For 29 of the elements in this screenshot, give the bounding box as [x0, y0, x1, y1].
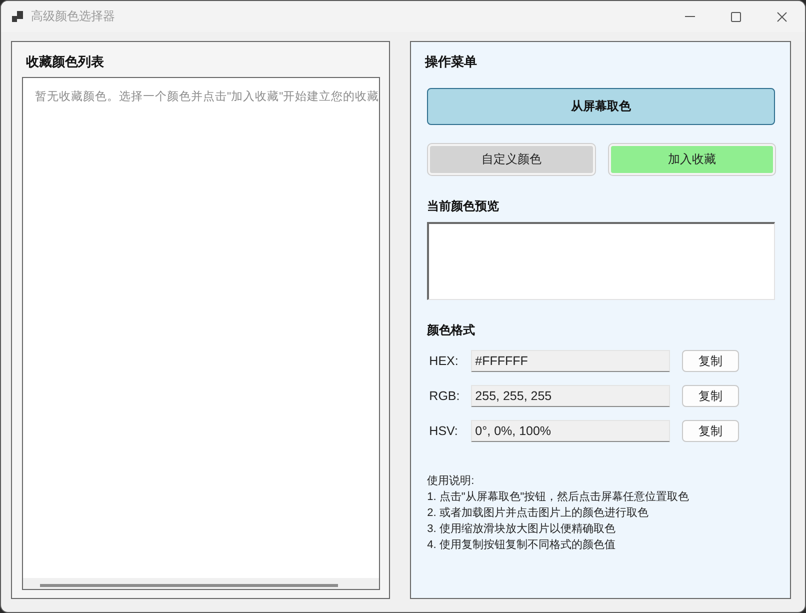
value-field[interactable]: #FFFFFF	[471, 350, 670, 372]
empty-list-message: 暂无收藏颜色。选择一个颜色并点击"加入收藏"开始建立您的收藏	[35, 89, 380, 105]
section-title: 颜色格式	[427, 322, 476, 339]
copy-button[interactable]: 复制	[682, 350, 740, 372]
value-field[interactable]: 0°, 0%, 100%	[471, 420, 670, 442]
instructions-title: 使用说明:	[427, 474, 474, 489]
window-title: 高级颜色选择器	[31, 8, 115, 25]
instruction-line: 4. 使用复制按钮复制不同格式的颜色值	[427, 538, 616, 553]
copy-button[interactable]: 复制	[682, 385, 740, 407]
format-label: HSV:	[428, 424, 459, 438]
value-field[interactable]: 255, 255, 255	[471, 385, 670, 407]
panel-title: 操作菜单	[425, 53, 478, 71]
copy-button[interactable]: 复制	[682, 420, 740, 442]
maximize-icon	[731, 12, 741, 22]
instruction-line: 3. 使用缩放滑块放大图片以便精确取色	[427, 522, 616, 537]
scrollbar-thumb[interactable]	[40, 584, 338, 587]
screen-pick-button[interactable]: 从屏幕取色	[427, 88, 775, 125]
close-icon	[777, 12, 787, 22]
app-icon	[12, 11, 23, 22]
custom-color-button[interactable]: 自定义颜色	[428, 144, 595, 175]
horizontal-scrollbar[interactable]	[23, 578, 380, 589]
format-label: HEX:	[428, 354, 460, 368]
section-title: 当前颜色预览	[427, 198, 500, 215]
instruction-line: 2. 或者加载图片并点击图片上的颜色进行取色	[427, 506, 648, 521]
add-favorite-button[interactable]: 加入收藏	[608, 144, 776, 175]
minimize-icon	[685, 16, 695, 17]
panel-title: 收藏颜色列表	[26, 53, 104, 71]
format-label: RGB:	[428, 389, 461, 403]
instruction-line: 1. 点击"从屏幕取色"按钮，然后点击屏幕任意位置取色	[427, 490, 690, 505]
